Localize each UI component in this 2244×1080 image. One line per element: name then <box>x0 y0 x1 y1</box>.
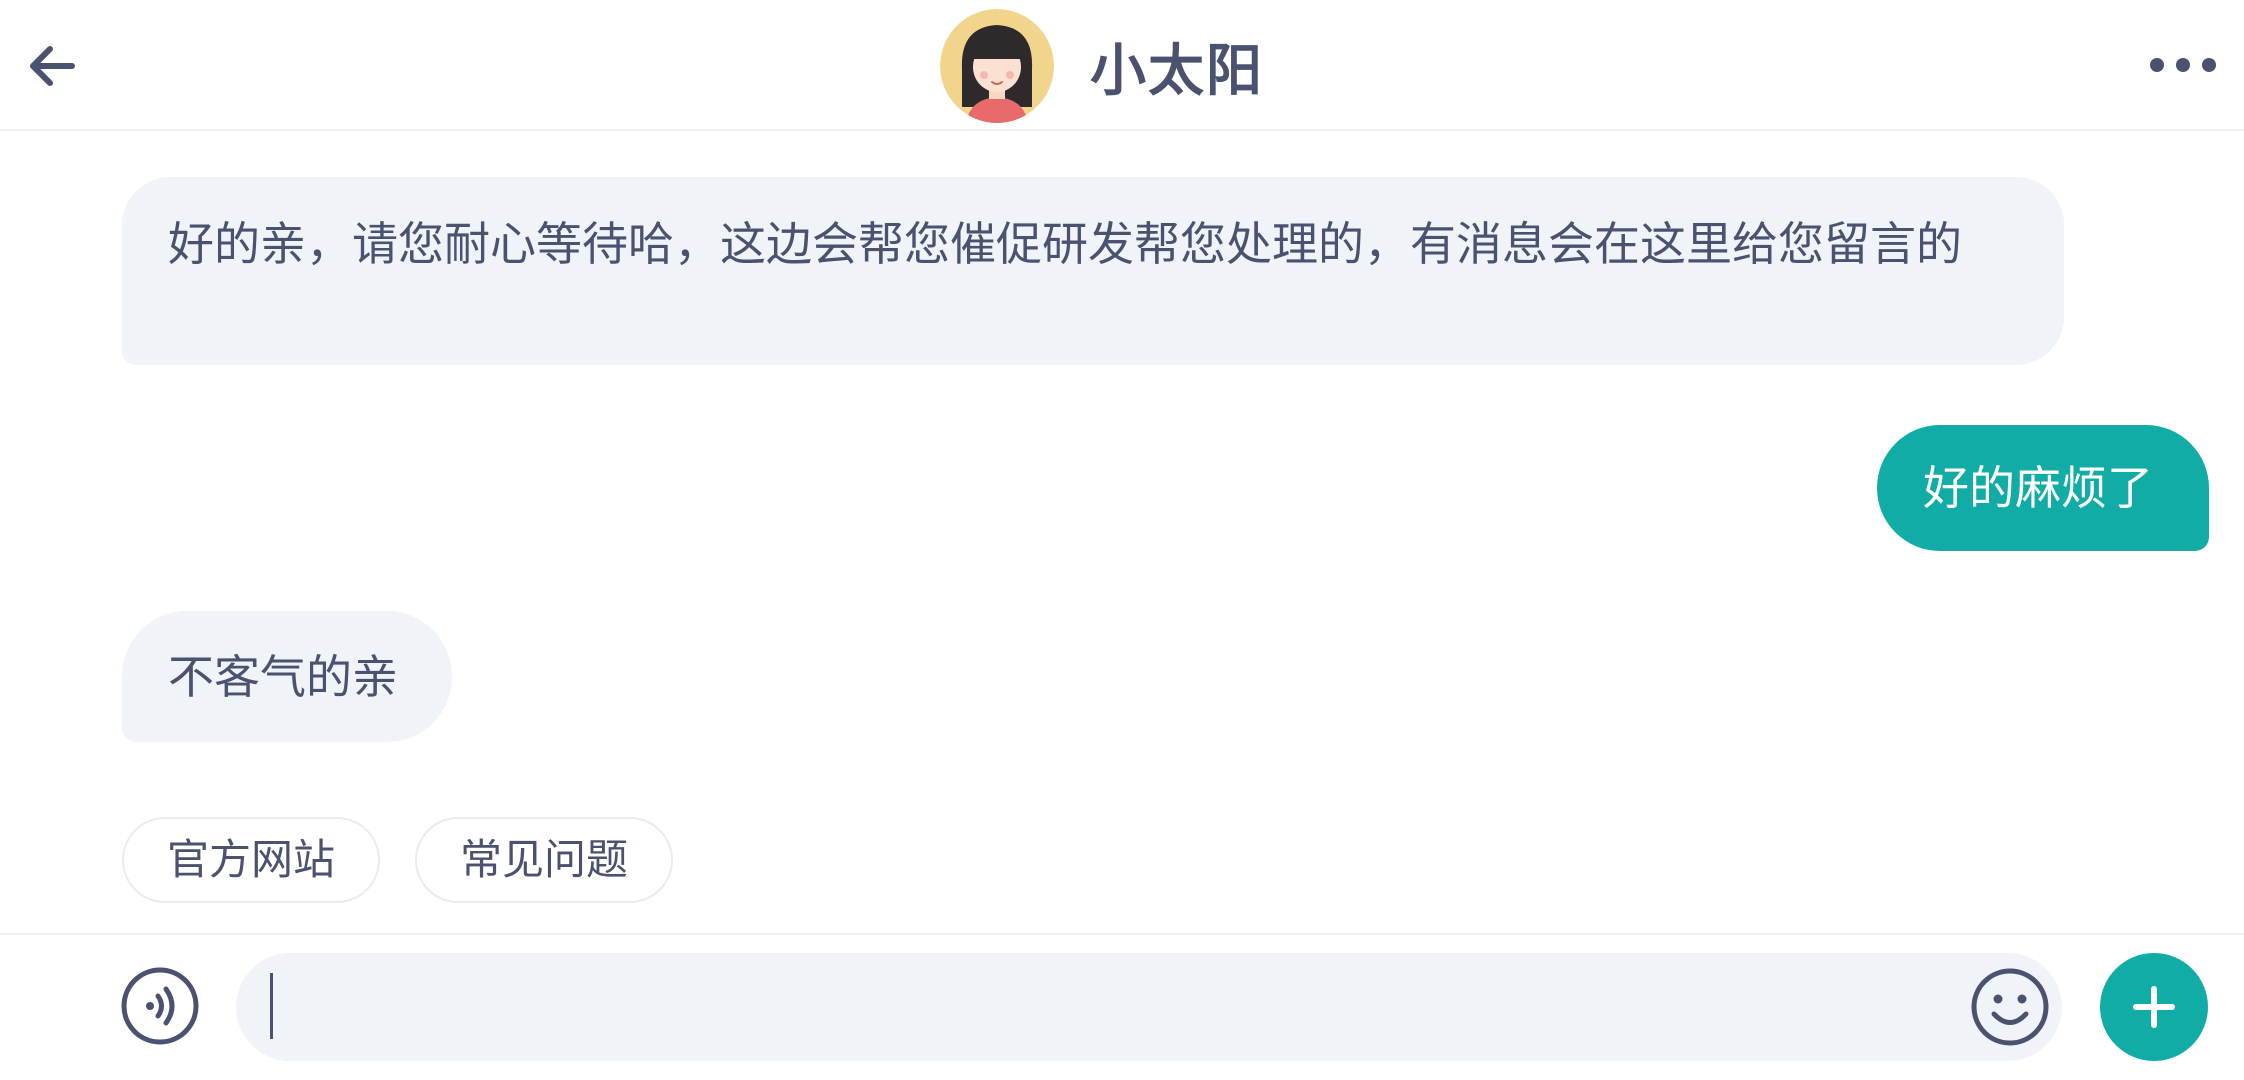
plus-icon <box>2133 986 2175 1028</box>
quick-reply-faq[interactable]: 常见问题 <box>415 817 673 903</box>
more-dots-icon <box>2150 58 2216 72</box>
chat-screen: 小太阳 好的亲，请您耐心等待哈，这边会帮您催促研发帮您处理的，有消息会在这里给您… <box>0 0 2244 1080</box>
outgoing-message: 好的麻烦了 <box>1877 425 2209 551</box>
add-attachment-button[interactable] <box>2100 953 2208 1061</box>
text-caret <box>270 973 273 1039</box>
contact-name: 小太阳 <box>1090 38 1264 104</box>
arrow-left-icon <box>30 46 75 86</box>
contact-info: 小太阳 <box>940 9 1264 123</box>
avatar[interactable] <box>940 9 1054 123</box>
voice-icon <box>121 967 199 1045</box>
back-button[interactable] <box>22 36 82 96</box>
incoming-message: 好的亲，请您耐心等待哈，这边会帮您催促研发帮您处理的，有消息会在这里给您留言的 <box>122 177 2064 365</box>
more-button[interactable] <box>2148 50 2218 80</box>
quick-reply-official-site[interactable]: 官方网站 <box>122 817 380 903</box>
incoming-message: 不客气的亲 <box>122 611 452 742</box>
emoji-button[interactable] <box>1970 967 2050 1047</box>
voice-button[interactable] <box>120 966 200 1046</box>
message-input-container <box>236 953 2062 1063</box>
emoji-icon <box>1971 968 2049 1046</box>
message-input[interactable] <box>272 953 1976 1063</box>
chat-header: 小太阳 <box>0 0 2244 131</box>
